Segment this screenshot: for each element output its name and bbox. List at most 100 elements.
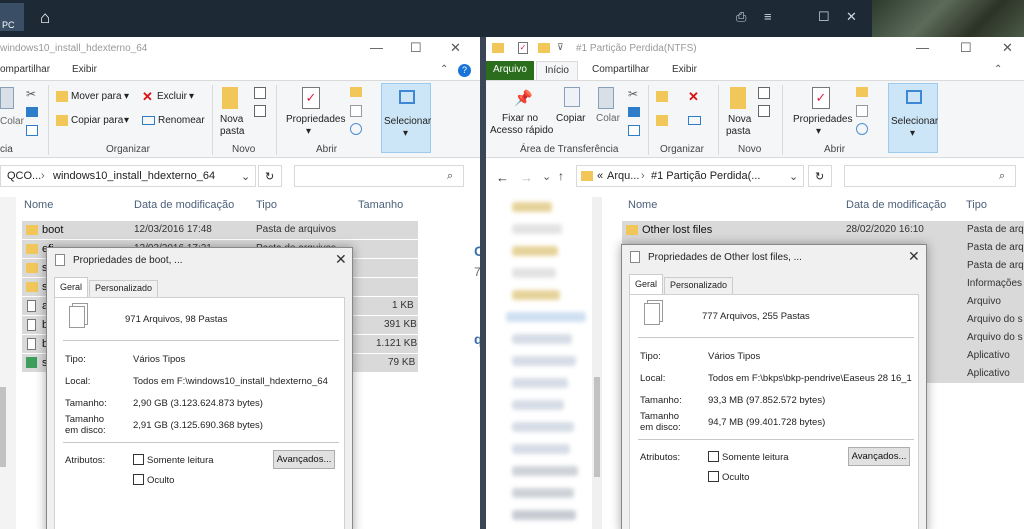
folder-icon: [581, 171, 593, 181]
dropdown-icon[interactable]: ▾: [124, 115, 129, 127]
menu-icon[interactable]: ≡: [764, 9, 772, 25]
pc-shortcut[interactable]: PC: [0, 3, 24, 31]
dropdown-icon[interactable]: ▾: [816, 126, 821, 138]
file-name: boot: [42, 224, 64, 236]
paste-icon: [598, 87, 614, 109]
home-icon[interactable]: ⌂: [40, 8, 62, 28]
dialog-close-button[interactable]: ✕: [908, 248, 920, 265]
delete-button[interactable]: Excluir: [157, 91, 187, 103]
tab-exibir[interactable]: Exibir: [72, 64, 97, 75]
maximize-button[interactable]: ☐: [960, 40, 972, 56]
blurred-item: [512, 202, 552, 212]
close-button[interactable]: ✕: [450, 40, 461, 56]
column-name[interactable]: Nome: [628, 199, 657, 211]
tab-compartilhar[interactable]: Compartilhar: [592, 64, 649, 75]
column-size[interactable]: Tamanho: [358, 199, 403, 211]
forward-icon[interactable]: →: [520, 170, 533, 185]
move-to-button[interactable]: Mover para: [71, 91, 122, 103]
breadcrumb-current[interactable]: windows10_install_hdexterno_64: [53, 170, 215, 182]
search-input[interactable]: ⌕: [294, 165, 464, 187]
new-folder-label-2[interactable]: pasta: [220, 126, 244, 138]
minimize-button[interactable]: —: [916, 40, 929, 55]
dropdown-icon[interactable]: ▾: [189, 91, 194, 103]
scrollbar-nav[interactable]: [592, 197, 602, 529]
breadcrumb-prefix[interactable]: QCO...: [7, 170, 41, 182]
column-type[interactable]: Tipo: [966, 199, 987, 211]
advanced-button[interactable]: Avançados...: [848, 447, 910, 466]
table-row[interactable]: Other lost files 28/02/2020 16:10 Pasta de…: [622, 221, 1024, 239]
tab-personalizado[interactable]: Personalizado: [89, 280, 159, 298]
readonly-checkbox[interactable]: [708, 451, 719, 462]
refresh-button[interactable]: ↻: [808, 165, 832, 187]
up-icon[interactable]: ↑: [558, 169, 564, 183]
paste-button[interactable]: Colar: [0, 116, 24, 128]
pin-label-2[interactable]: Acesso rápido: [490, 125, 553, 137]
back-icon[interactable]: ←: [496, 170, 509, 185]
maximize-icon[interactable]: ☐: [818, 9, 830, 25]
chevron-up-icon[interactable]: ⌃: [994, 64, 1002, 75]
rename-button[interactable]: Renomear: [158, 115, 205, 127]
select-button[interactable]: Selecionar ▾: [381, 83, 431, 153]
file-size: 1.121 KB: [376, 338, 418, 349]
chevron-up-icon[interactable]: ⌃: [440, 64, 448, 75]
properties-button[interactable]: Propriedades: [286, 114, 345, 126]
dropdown-icon[interactable]: ▾: [306, 126, 311, 138]
dialog-close-button[interactable]: ✕: [335, 251, 347, 268]
search-input[interactable]: ⌕: [844, 165, 1016, 187]
select-button[interactable]: Selecionar ▾: [888, 83, 938, 153]
new-folder-label[interactable]: Nova: [220, 114, 243, 126]
column-date[interactable]: Data de modificação: [846, 199, 946, 211]
window-title: windows10_install_hdexterno_64: [0, 43, 148, 54]
chevron-down-icon[interactable]: ⌄: [241, 170, 250, 183]
chevron-down-icon[interactable]: ⌄: [542, 170, 551, 183]
overflow-icon[interactable]: «: [597, 170, 603, 182]
hidden-checkbox[interactable]: [708, 471, 719, 482]
maximize-button[interactable]: ☐: [410, 40, 422, 56]
dropdown-icon[interactable]: ▾: [124, 91, 129, 103]
tab-exibir[interactable]: Exibir: [672, 64, 697, 75]
tab-inicio[interactable]: Início: [536, 61, 578, 80]
tab-compartilhar[interactable]: ompartilhar: [0, 64, 50, 75]
scrollbar-left[interactable]: [0, 387, 6, 467]
scrollbar-thumb[interactable]: [594, 377, 600, 477]
address-bar[interactable]: QCO... › windows10_install_hdexterno_64 …: [0, 165, 256, 187]
share-icon[interactable]: ⎙: [736, 9, 746, 25]
breadcrumb-current[interactable]: #1 Partição Perdida(...: [651, 170, 760, 182]
close-icon[interactable]: ✕: [846, 9, 857, 25]
tab-geral[interactable]: Geral: [629, 274, 664, 295]
app-icon: [26, 357, 37, 368]
copy-to-button[interactable]: Copiar para: [71, 115, 123, 127]
breadcrumb-arquivo[interactable]: Arqu...: [607, 170, 639, 182]
new-folder-label-2[interactable]: pasta: [726, 126, 750, 138]
address-bar[interactable]: « Arqu... › #1 Partição Perdida(... ⌄: [576, 165, 804, 187]
column-name[interactable]: Nome: [24, 199, 53, 211]
tab-arquivo[interactable]: Arquivo: [486, 61, 534, 80]
copy-button[interactable]: Copiar: [556, 113, 585, 125]
tab-personalizado[interactable]: Personalizado: [664, 277, 734, 295]
hidden-checkbox[interactable]: [133, 474, 144, 485]
pin-label[interactable]: Fixar no: [502, 113, 538, 125]
minimize-button[interactable]: —: [370, 40, 383, 55]
blurred-item: [512, 246, 558, 256]
help-icon[interactable]: ?: [458, 64, 471, 77]
pin-icon: 📌: [514, 90, 533, 107]
readonly-checkbox[interactable]: [133, 454, 144, 465]
tab-geral[interactable]: Geral: [54, 277, 89, 298]
blurred-item: [506, 312, 586, 322]
table-row[interactable]: boot 12/03/2016 17:48 Pasta de arquivos: [22, 221, 418, 239]
dropdown-icon[interactable]: ⊽: [557, 42, 564, 53]
blurred-item: [512, 378, 568, 388]
advanced-button[interactable]: Avançados...: [273, 450, 335, 469]
close-button[interactable]: ✕: [1002, 40, 1013, 56]
chevron-down-icon[interactable]: ⌄: [789, 170, 798, 183]
location-value: Todos em F:\bkps\bkp-pendrive\Easeus 28 …: [708, 373, 912, 384]
column-type[interactable]: Tipo: [256, 199, 277, 211]
new-folder-label[interactable]: Nova: [728, 114, 751, 126]
folder-icon: [26, 225, 38, 235]
size-label: Tamanho:: [65, 398, 107, 409]
column-date[interactable]: Data de modificação: [134, 199, 234, 211]
select-icon: [399, 90, 415, 104]
properties-button[interactable]: Propriedades: [793, 114, 852, 126]
refresh-button[interactable]: ↻: [258, 165, 282, 187]
paste-button[interactable]: Colar: [596, 113, 620, 125]
